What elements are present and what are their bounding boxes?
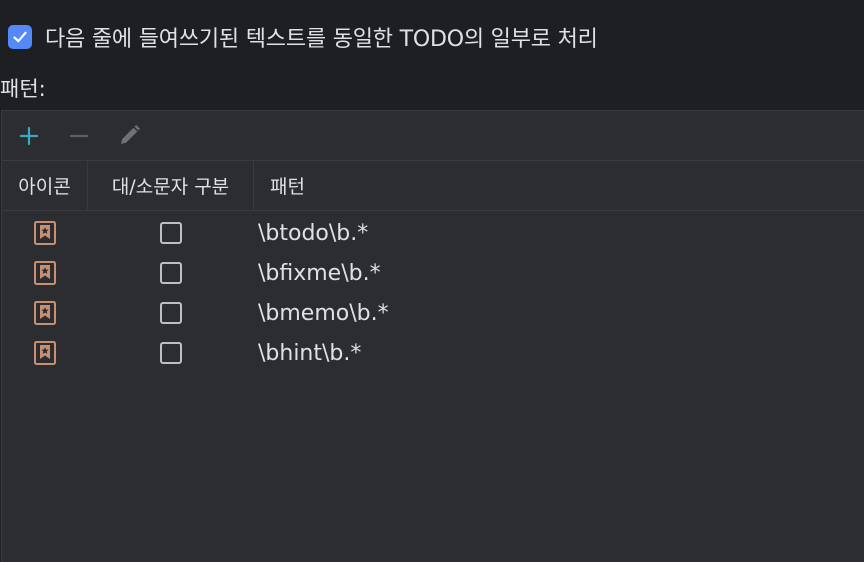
row-icon-cell: [2, 220, 88, 246]
add-pattern-button[interactable]: [4, 111, 54, 161]
table-row[interactable]: \bhint\b.*: [2, 333, 864, 373]
table-row[interactable]: \bmemo\b.*: [2, 293, 864, 333]
patterns-section-title: 패턴:: [0, 77, 46, 101]
case-sensitive-checkbox[interactable]: [160, 262, 182, 284]
row-icon-cell: [2, 340, 88, 366]
todo-bookmark-icon: [34, 221, 56, 245]
checkmark-icon: [13, 31, 27, 43]
row-pattern-text[interactable]: \btodo\b.*: [254, 221, 864, 246]
indented-todo-checkbox[interactable]: [8, 25, 32, 49]
case-sensitive-checkbox[interactable]: [160, 302, 182, 324]
column-header-case-sensitive[interactable]: 대/소문자 구분: [88, 161, 254, 210]
column-header-icon[interactable]: 아이콘: [2, 161, 88, 210]
table-row[interactable]: \bfixme\b.*: [2, 253, 864, 293]
patterns-toolbar: [2, 111, 864, 161]
table-row[interactable]: \btodo\b.*: [2, 213, 864, 253]
remove-pattern-button[interactable]: [54, 111, 104, 161]
column-header-pattern[interactable]: 패턴: [254, 161, 864, 210]
row-case-cell: [88, 222, 254, 244]
plus-icon: [19, 126, 39, 145]
row-pattern-text[interactable]: \bfixme\b.*: [254, 261, 864, 286]
row-icon-cell: [2, 260, 88, 286]
pencil-icon: [121, 124, 140, 144]
row-case-cell: [88, 262, 254, 284]
row-icon-cell: [2, 300, 88, 326]
case-sensitive-checkbox[interactable]: [160, 342, 182, 364]
indented-todo-option[interactable]: 다음 줄에 들여쓰기된 텍스트를 동일한 TODO의 일부로 처리: [8, 22, 598, 52]
edit-pattern-button[interactable]: [104, 111, 154, 161]
row-pattern-text[interactable]: \bhint\b.*: [254, 341, 864, 366]
patterns-table-header: 아이콘 대/소문자 구분 패턴: [2, 161, 864, 211]
patterns-table-panel: 아이콘 대/소문자 구분 패턴 \btodo\b.* \bfixme\b.* \…: [1, 110, 864, 562]
row-case-cell: [88, 342, 254, 364]
todo-bookmark-icon: [34, 301, 56, 325]
todo-bookmark-icon: [34, 261, 56, 285]
indented-todo-label: 다음 줄에 들여쓰기된 텍스트를 동일한 TODO의 일부로 처리: [45, 27, 598, 52]
todo-settings-panel: 다음 줄에 들여쓰기된 텍스트를 동일한 TODO의 일부로 처리 패턴: 아이…: [0, 0, 864, 562]
minus-icon: [69, 134, 89, 137]
case-sensitive-checkbox[interactable]: [160, 222, 182, 244]
todo-bookmark-icon: [34, 341, 56, 365]
row-pattern-text[interactable]: \bmemo\b.*: [254, 301, 864, 326]
row-case-cell: [88, 302, 254, 324]
patterns-table-body: \btodo\b.* \bfixme\b.* \bmemo\b.* \bhint…: [2, 211, 864, 373]
